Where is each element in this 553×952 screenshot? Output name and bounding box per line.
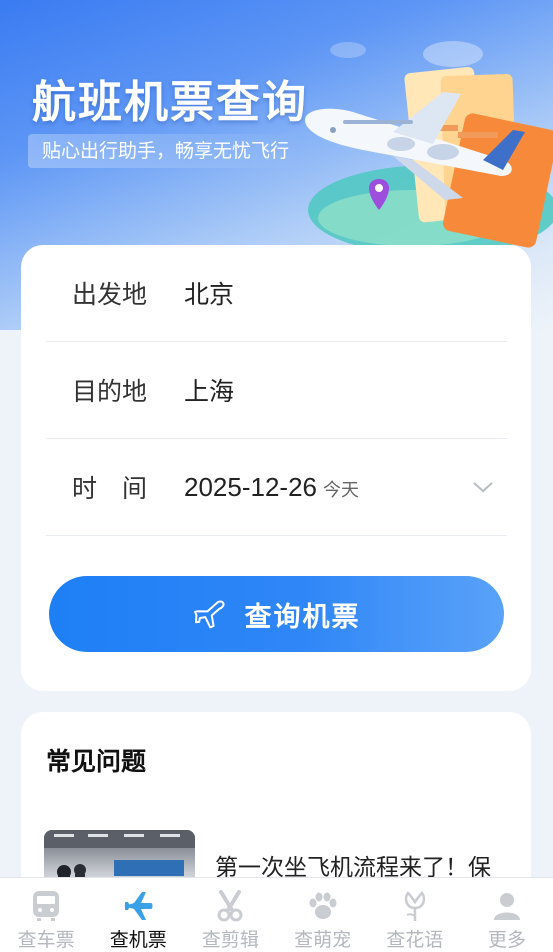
scissors-icon (217, 890, 243, 922)
search-flights-label: 查询机票 (244, 601, 361, 633)
tab-flower-language[interactable]: 查花语 (369, 878, 461, 952)
user-icon (493, 893, 520, 920)
tab-label: 查剪辑 (201, 929, 259, 951)
flight-search-form: 出发地 北京 目的地 上海 时 间 2025-12-26 今天 查询机票 (21, 245, 531, 691)
date-value[interactable]: 2025-12-26 (184, 472, 317, 502)
departure-value[interactable]: 北京 (184, 275, 234, 311)
date-label: 时 间 (72, 474, 148, 503)
tab-flight-tickets[interactable]: 查机票 (92, 878, 184, 952)
departure-label: 出发地 (72, 280, 148, 309)
paw-icon (309, 892, 337, 919)
bottom-tab-bar: 查车票 查机票 查剪辑 查萌宠 查花语 更多 (0, 877, 553, 952)
tab-label: 查萌宠 (294, 929, 352, 951)
plane-icon (124, 892, 153, 920)
destination-field[interactable]: 目的地 上海 (46, 342, 507, 439)
destination-label: 目的地 (72, 377, 148, 406)
destination-value[interactable]: 上海 (184, 372, 234, 408)
date-field[interactable]: 时 间 2025-12-26 今天 (46, 439, 507, 536)
airplane-illustration (305, 41, 553, 255)
tab-label: 查车票 (17, 929, 75, 951)
search-flights-button[interactable]: 查询机票 (49, 576, 504, 652)
tab-label: 更多 (487, 929, 526, 951)
page-subtitle: 贴心出行助手，畅享无忧飞行 (28, 134, 304, 168)
tab-train-tickets[interactable]: 查车票 (0, 878, 92, 952)
flower-icon (404, 891, 425, 921)
tab-label: 查花语 (386, 929, 444, 951)
train-icon (33, 891, 60, 921)
tab-label: 查机票 (109, 929, 167, 951)
departure-field[interactable]: 出发地 北京 (46, 245, 507, 342)
faq-title: 常见问题 (46, 747, 147, 776)
chevron-down-icon[interactable] (471, 475, 495, 499)
tab-pets[interactable]: 查萌宠 (277, 878, 369, 952)
plane-icon (193, 600, 225, 629)
tab-editing[interactable]: 查剪辑 (184, 878, 276, 952)
page-title: 航班机票查询 (32, 77, 308, 128)
tab-more[interactable]: 更多 (461, 878, 553, 952)
today-badge: 今天 (323, 479, 359, 501)
